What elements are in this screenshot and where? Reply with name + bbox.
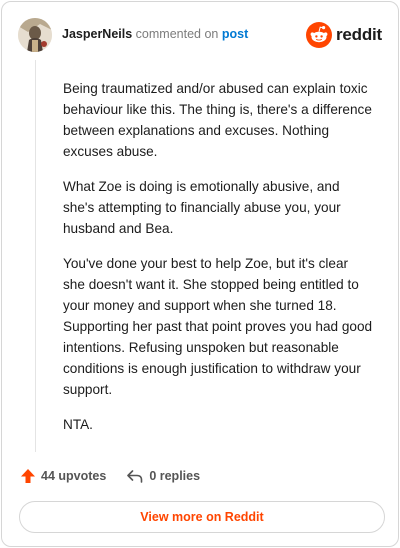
author-name[interactable]: JasperNeils xyxy=(62,27,132,41)
comment-meta: JasperNeils commented on post xyxy=(62,27,248,41)
reply-count: 0 replies xyxy=(149,469,201,483)
comment-body: Being traumatized and/or abused can expl… xyxy=(63,78,373,449)
comment-paragraph: What Zoe is doing is emotionally abusive… xyxy=(63,179,341,236)
avatar-image xyxy=(18,18,52,52)
reddit-brand[interactable]: reddit xyxy=(305,20,382,50)
comment-header: JasperNeils commented on post reddit xyxy=(18,18,382,52)
view-more-button[interactable]: View more on Reddit xyxy=(19,501,385,533)
comment-verb: commented on xyxy=(135,27,219,41)
comment-paragraph: NTA. xyxy=(63,417,93,432)
upvote-arrow-icon xyxy=(21,469,35,483)
comment-card: JasperNeils commented on post reddit Bei… xyxy=(1,1,399,547)
post-link[interactable]: post xyxy=(222,27,248,41)
thread-line xyxy=(35,60,36,452)
reddit-wordmark: reddit xyxy=(335,25,382,44)
upvote-button[interactable]: 44 upvotes xyxy=(20,468,106,484)
comment-paragraph: You've done your best to help Zoe, but i… xyxy=(63,256,373,397)
reply-button[interactable]: 0 replies xyxy=(126,468,200,484)
comment-paragraph: Being traumatized and/or abused can expl… xyxy=(63,81,372,159)
upvote-count: 44 upvotes xyxy=(41,469,107,483)
avatar[interactable] xyxy=(18,18,52,52)
comment-actions: 44 upvotes 0 replies xyxy=(20,466,200,486)
reply-arrow-icon xyxy=(127,470,143,483)
reddit-snoo-icon xyxy=(305,22,332,48)
